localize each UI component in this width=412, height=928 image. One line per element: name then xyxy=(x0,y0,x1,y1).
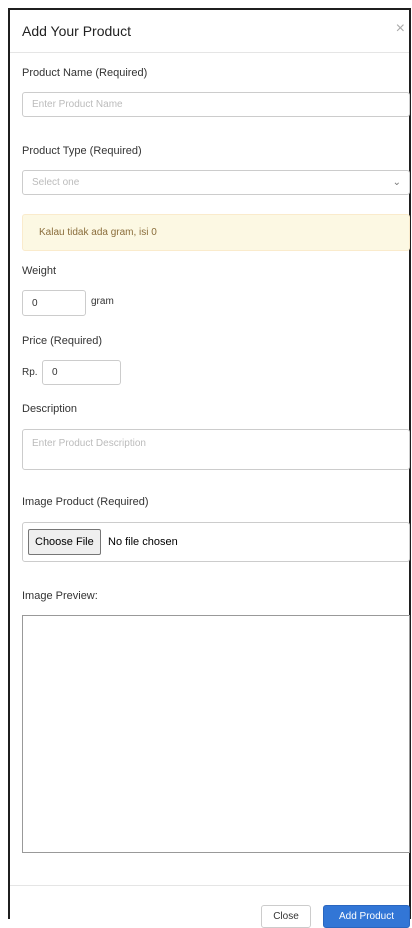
price-label: Price (Required) xyxy=(22,335,103,347)
image-preview-label: Image Preview: xyxy=(22,590,98,602)
alert-text: Kalau tidak ada gram, isi 0 xyxy=(39,227,157,238)
image-file-input[interactable]: Choose File No file chosen xyxy=(22,522,410,562)
weight-unit: gram xyxy=(91,296,114,307)
modal-header: Add Your Product × xyxy=(10,10,409,53)
file-status-text: No file chosen xyxy=(108,536,178,548)
description-textarea[interactable] xyxy=(22,429,410,470)
choose-file-button[interactable]: Choose File xyxy=(28,529,101,555)
description-label: Description xyxy=(22,403,78,415)
price-input[interactable] xyxy=(42,360,121,385)
image-label: Image Product (Required) xyxy=(22,496,149,508)
close-button[interactable]: Close xyxy=(261,905,311,928)
product-name-input[interactable] xyxy=(22,92,410,117)
weight-hint-alert: Kalau tidak ada gram, isi 0 xyxy=(22,214,410,251)
modal-title: Add Your Product xyxy=(22,23,131,39)
add-product-button[interactable]: Add Product xyxy=(323,905,410,928)
product-type-selected-text: Select one xyxy=(32,177,80,188)
image-preview-area xyxy=(22,615,410,853)
chevron-down-icon: ⌄ xyxy=(392,177,401,188)
product-type-select[interactable]: Select one ⌄ xyxy=(22,170,410,195)
product-type-label: Product Type (Required) xyxy=(22,145,142,157)
weight-input[interactable] xyxy=(22,290,86,316)
close-icon[interactable]: × xyxy=(396,21,405,37)
product-name-label: Product Name (Required) xyxy=(22,67,148,79)
price-prefix: Rp. xyxy=(22,367,38,378)
modal-footer: Close Add Product xyxy=(10,885,410,928)
weight-label: Weight xyxy=(22,265,57,277)
add-product-modal: Add Your Product × Product Name (Require… xyxy=(8,8,411,928)
